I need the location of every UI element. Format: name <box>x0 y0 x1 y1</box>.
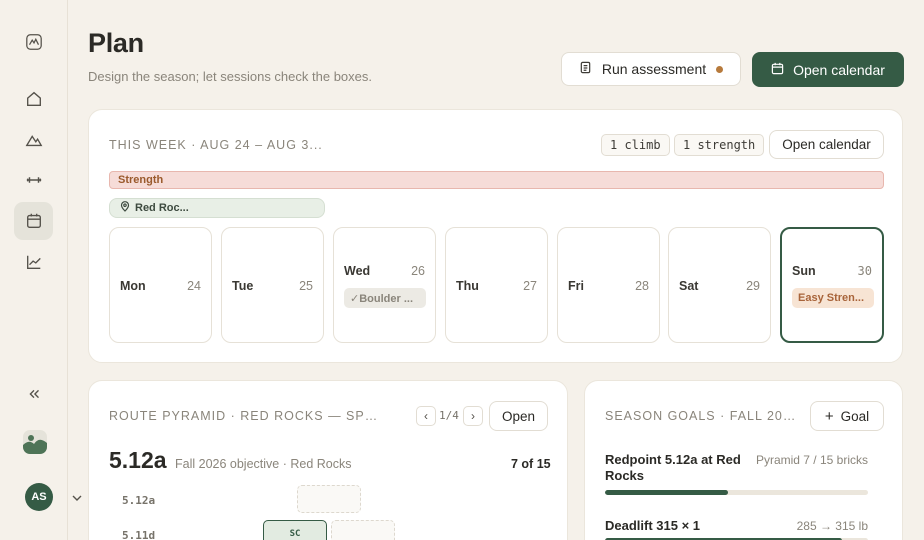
climb-count-chip: 1 climb <box>601 134 670 156</box>
pyramid-label: ROUTE PYRAMID · RED ROCKS — SPOR... <box>109 409 379 423</box>
prev-button[interactable]: ‹ <box>416 406 436 426</box>
sidebar: AS <box>0 0 68 540</box>
goal-progress <box>605 490 868 495</box>
day-cell-sat[interactable]: Sat 29 <box>668 227 771 343</box>
status-dot <box>716 65 724 73</box>
pin-icon <box>120 201 130 215</box>
day-name: Sat <box>679 279 699 293</box>
day-number: 25 <box>299 279 313 293</box>
day-name: Fri <box>568 279 584 293</box>
add-goal-button[interactable]: + Goal <box>810 401 884 431</box>
strength-banner[interactable]: Strength <box>109 171 884 189</box>
goal-title[interactable]: Redpoint 5.12a at Red Rocks <box>605 452 755 484</box>
pyramid-brick[interactable] <box>297 485 361 513</box>
pyramid-count: 7 of 15 <box>511 457 551 471</box>
page-subtitle: Design the season; let sessions check th… <box>88 69 372 84</box>
day-name: Sun <box>792 264 816 278</box>
calendar-icon[interactable] <box>14 202 53 240</box>
pyramid-brick[interactable] <box>331 520 395 540</box>
home-icon[interactable] <box>14 80 53 118</box>
day-name: Thu <box>456 279 479 293</box>
chevron-down-icon[interactable] <box>71 491 83 503</box>
day-cell-sun[interactable]: Sun 30 Easy Stren... <box>780 227 884 343</box>
day-name: Tue <box>232 279 254 293</box>
grade-subtitle: Fall 2026 objective · Red Rocks <box>175 457 352 471</box>
pyramid-brick-sent[interactable]: SC <box>263 520 327 540</box>
day-cell-fri[interactable]: Fri 28 <box>557 227 660 343</box>
week-open-calendar-button[interactable]: Open calendar <box>769 130 884 159</box>
strength-count-chip: 1 strength <box>674 134 765 156</box>
goal-meta: 285 → 315 lb <box>796 519 868 533</box>
session-chip-boulder[interactable]: ✓Boulder ... <box>344 288 426 308</box>
day-number: 24 <box>187 279 201 293</box>
day-number: 30 <box>857 264 872 278</box>
goals-label: SEASON GOALS · FALL 2026... <box>605 409 800 423</box>
chart-icon[interactable] <box>14 243 53 281</box>
location-banner[interactable]: Red Roc... <box>109 198 325 218</box>
day-number: 29 <box>746 279 760 293</box>
plus-icon: + <box>824 407 834 425</box>
logo-icon[interactable] <box>14 23 53 61</box>
document-icon <box>579 61 592 77</box>
next-button[interactable]: › <box>463 406 483 426</box>
goal-title[interactable]: Deadlift 315 × 1 <box>605 518 755 534</box>
row-grade-label: 5.11d <box>122 529 156 540</box>
day-number: 26 <box>411 264 425 278</box>
day-number: 28 <box>635 279 649 293</box>
row-grade-label: 5.12a <box>122 494 156 507</box>
pager-count: 1/4 <box>439 409 459 422</box>
run-assessment-button[interactable]: Run assessment <box>561 52 741 86</box>
goal-meta: Pyramid 7 / 15 bricks <box>755 453 868 467</box>
day-name: Wed <box>344 264 371 278</box>
open-calendar-button[interactable]: Open calendar <box>752 52 904 87</box>
day-cell-wed[interactable]: Wed 26 ✓Boulder ... <box>333 227 436 343</box>
collapse-icon[interactable] <box>14 375 53 413</box>
day-name: Mon <box>120 279 146 293</box>
calendar-icon <box>771 62 784 78</box>
session-chip-strength[interactable]: Easy Stren... <box>792 288 874 308</box>
location-label: Red Roc... <box>135 202 189 214</box>
avatar[interactable]: AS <box>25 483 53 511</box>
add-goal-label: Goal <box>840 408 870 424</box>
day-cell-tue[interactable]: Tue 25 <box>221 227 324 343</box>
workspace-icon[interactable] <box>23 430 47 454</box>
week-label: THIS WEEK · AUG 24 – AUG 3... <box>109 138 323 152</box>
day-cell-thu[interactable]: Thu 27 <box>445 227 548 343</box>
target-grade: 5.12a <box>109 447 167 473</box>
run-assessment-label: Run assessment <box>601 61 707 77</box>
goal-progress-fill <box>605 490 728 495</box>
open-calendar-label: Open calendar <box>793 61 885 78</box>
day-cell-mon[interactable]: Mon 24 <box>109 227 212 343</box>
day-number: 27 <box>523 279 537 293</box>
page-title: Plan <box>88 28 144 58</box>
pyramid-open-button[interactable]: Open <box>489 401 548 431</box>
dumbbell-icon[interactable] <box>14 161 53 199</box>
mountain-icon[interactable] <box>14 121 53 159</box>
